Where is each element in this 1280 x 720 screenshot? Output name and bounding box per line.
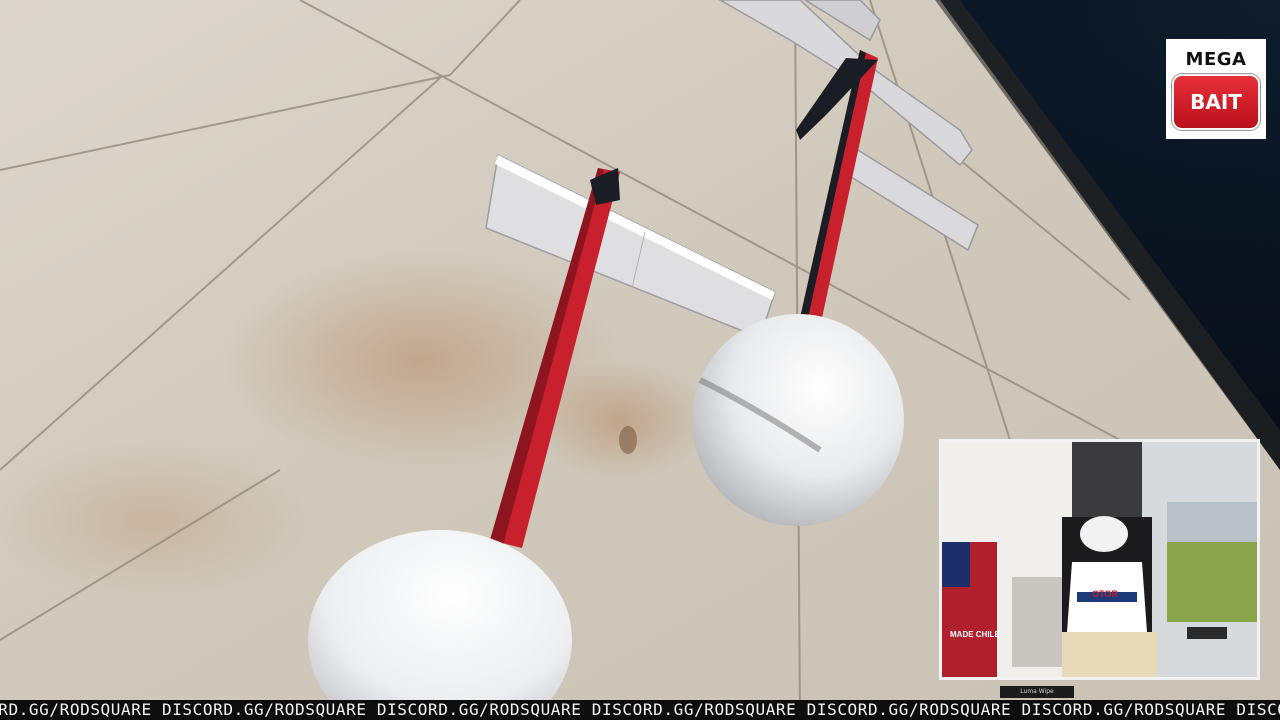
logo-badge-text: BAIT — [1190, 90, 1242, 114]
sign-text: MADE CHILE — [950, 630, 1000, 639]
mega-bait-logo: MEGA BAIT — [1166, 39, 1266, 139]
logo-top-text: MEGA — [1185, 49, 1247, 70]
jersey-text: OTOR — [1092, 589, 1118, 599]
wall-stain — [0, 440, 310, 600]
webcam-overlay: OTOR MADE CHILE — [939, 439, 1260, 680]
logo-badge: BAIT — [1172, 74, 1260, 130]
discord-ticker: ORD.GG/RODSQUARE DISCORD.GG/RODSQUARE DI… — [0, 700, 1280, 720]
webcam-caption: Luma Wipe — [1000, 686, 1074, 698]
wall-stain — [619, 426, 637, 454]
webcam-feed: OTOR MADE CHILE — [942, 442, 1257, 677]
ticker-text: ORD.GG/RODSQUARE DISCORD.GG/RODSQUARE DI… — [0, 700, 1280, 719]
